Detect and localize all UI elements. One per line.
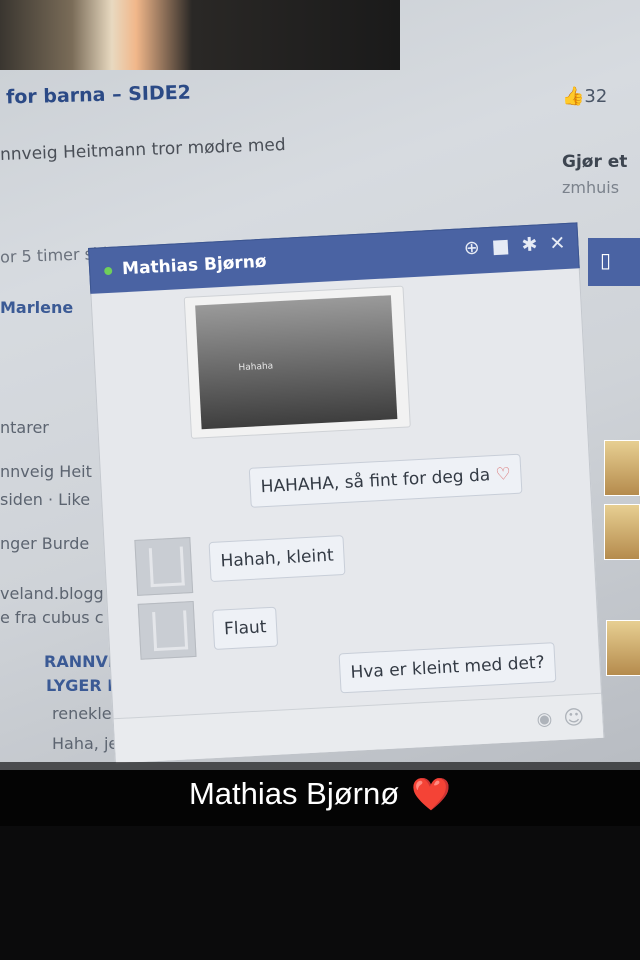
chat-window[interactable]: Mathias Bjørnø ⊕ ■ ✱ ✕ Hahaha HAHAHA, så…: [88, 222, 615, 767]
second-chat-tab[interactable]: ▯: [588, 238, 640, 286]
message-outgoing: HAHAHA, så fint for deg da ♡: [248, 453, 523, 508]
comment-meta: siden · Like: [0, 490, 91, 509]
chat-header-actions: ⊕ ■ ✱ ✕: [463, 232, 566, 259]
shared-screenshot-image: Hahaha: [195, 295, 398, 430]
avatar[interactable]: [604, 504, 640, 560]
message-incoming: Hahah, kleint: [208, 535, 346, 583]
post-title: for barna – SIDE2: [5, 81, 192, 109]
like-icon: 👍: [562, 86, 585, 107]
message-text: Hahah, kleint: [220, 545, 335, 572]
caption-text: Mathias Bjørnø: [188, 776, 400, 811]
camera-icon[interactable]: ◉: [536, 708, 553, 730]
comment-meta: reneklev: [52, 704, 122, 723]
message-input[interactable]: ◉ ☺: [113, 692, 604, 764]
contact-avatar[interactable]: [137, 600, 197, 660]
comment-author[interactable]: nger Burde: [0, 534, 89, 553]
snap-caption-bar: Mathias Bjørnø ❤️: [0, 762, 640, 826]
video-icon[interactable]: ■: [491, 235, 510, 258]
close-icon[interactable]: ✕: [549, 232, 566, 255]
comment-link[interactable]: veland.blogg: [0, 584, 104, 603]
heart-icon: ❤️: [411, 775, 451, 813]
comments-label: ntarer: [0, 418, 49, 437]
chat-contact-name[interactable]: Mathias Bjørnø: [122, 252, 267, 280]
comment-author[interactable]: nnveig Heit: [0, 462, 92, 481]
add-friend-icon[interactable]: ⊕: [463, 237, 480, 260]
avatar[interactable]: [606, 620, 640, 676]
heart-icon: ♡: [495, 464, 512, 485]
shared-screenshot[interactable]: Hahaha: [183, 285, 411, 439]
smiley-icon[interactable]: ☺: [563, 705, 585, 730]
message-text: Flaut: [223, 617, 267, 640]
message-text: HAHAHA, så fint for deg da: [260, 465, 491, 498]
phone-icon: ▯: [600, 248, 612, 272]
sidebar-ad-subtitle: zmhuis: [562, 178, 620, 197]
avatar[interactable]: [604, 440, 640, 496]
photo-of-screen: for barna – SIDE2 nnveig Heitmann tror m…: [0, 0, 640, 770]
online-status-icon: [104, 266, 113, 276]
post-text: nnveig Heitmann tror mødre med: [0, 135, 286, 165]
like-counter[interactable]: 👍32: [562, 86, 607, 107]
message-text: Hva er kleint med det?: [350, 652, 546, 683]
chat-conversation: Hahaha HAHAHA, så fint for deg da ♡ Haha…: [90, 268, 605, 764]
gear-icon[interactable]: ✱: [521, 233, 538, 256]
message-incoming: Flaut: [212, 606, 279, 650]
message-outgoing: Hva er kleint med det?: [338, 642, 557, 694]
contact-avatar[interactable]: [134, 537, 194, 596]
background-photo: [0, 0, 400, 70]
comment-author[interactable]: RANNVE: [44, 652, 119, 671]
comment-text: e fra cubus c: [0, 608, 104, 627]
comment-author[interactable]: LYGER D: [46, 676, 121, 695]
shared-screenshot-text: Hahaha: [238, 361, 274, 374]
comment-author[interactable]: Marlene: [0, 298, 73, 317]
sidebar-ad-title: Gjør et: [562, 152, 628, 172]
